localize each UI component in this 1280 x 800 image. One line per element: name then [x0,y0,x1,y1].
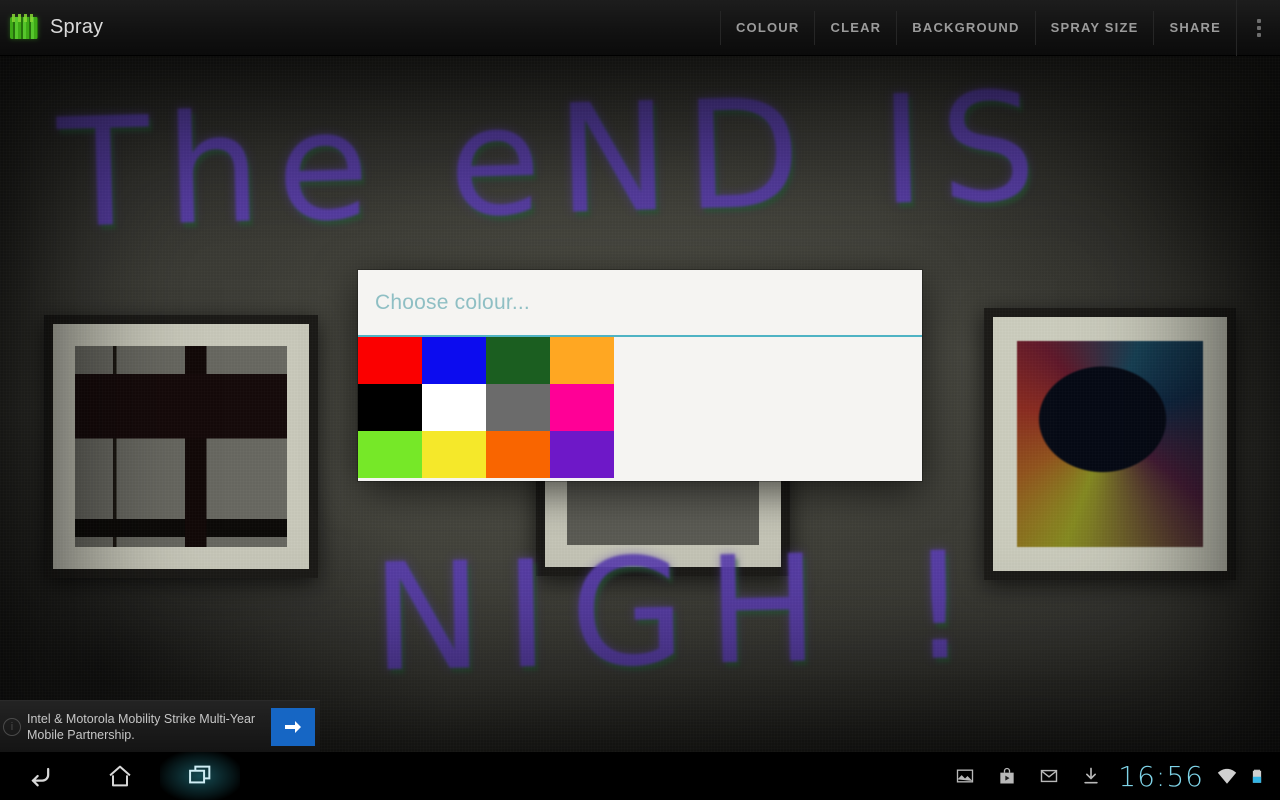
recents-icon[interactable] [160,752,240,800]
action-background[interactable]: BACKGROUND [896,10,1034,45]
arrow-right-icon[interactable] [271,707,315,746]
action-share[interactable]: SHARE [1153,10,1236,45]
dialog-header: Choose colour... [358,270,922,337]
colour-swatch-red[interactable] [358,337,422,384]
dialog-title: Choose colour... [375,290,530,314]
colour-swatch-blue[interactable] [422,337,486,384]
action-bar: Spray COLOUR CLEAR BACKGROUND SPRAY SIZE… [0,0,1280,56]
tablet-screen: The eND IS NIGH ! Spray COLOUR CLEAR BAC… [0,0,1280,800]
colour-swatch-magenta[interactable] [550,384,614,431]
colour-swatch-grid [358,337,614,478]
gallery-icon[interactable] [944,752,986,800]
status-clock[interactable]: 16:56 [1112,760,1212,793]
ad-text: Intel & Motorola Mobility Strike Multi-Y… [27,711,256,742]
dot [1256,25,1261,30]
colour-swatch-dark-green[interactable] [486,337,550,384]
frame-mat [993,317,1227,571]
play-store-icon[interactable] [986,752,1028,800]
overflow-menu-icon[interactable] [1236,0,1280,56]
ad-info-icon[interactable]: i [3,717,21,736]
download-icon[interactable] [1070,752,1112,800]
gmail-icon[interactable] [1028,752,1070,800]
picture-frame-left [44,315,318,578]
dot [1256,32,1261,37]
colour-swatch-grey[interactable] [486,384,550,431]
wifi-icon[interactable] [1212,752,1242,800]
battery-icon[interactable] [1242,752,1272,800]
ad-banner[interactable]: i Intel & Motorola Mobility Strike Multi… [0,700,320,752]
dot [1256,18,1261,23]
action-spray-size[interactable]: SPRAY SIZE [1034,10,1154,45]
colour-swatch-lime[interactable] [358,431,422,478]
picture-frame-right [984,308,1236,580]
frame-mat [53,324,309,569]
colour-swatch-yellow[interactable] [422,431,486,478]
colour-swatch-orange-red[interactable] [486,431,550,478]
colour-swatch-orange[interactable] [550,337,614,384]
home-icon[interactable] [80,752,160,800]
colour-swatch-purple[interactable] [550,431,614,478]
artwork-poster [1017,341,1203,547]
colour-swatch-black[interactable] [358,384,422,431]
system-nav-bar: 16:56 [0,752,1280,800]
status-tray[interactable]: 16:56 [944,752,1280,800]
graffiti-text-top: The eND IS [55,60,1055,262]
graffiti-text-bottom: NIGH ! [370,519,993,705]
spray-can-icon [10,13,38,39]
colour-swatch-white[interactable] [422,384,486,431]
action-colour[interactable]: COLOUR [719,10,815,45]
artwork-abstract [75,346,287,547]
back-icon[interactable] [0,752,80,800]
app-title: Spray [50,16,104,38]
choose-colour-dialog: Choose colour... [358,270,922,481]
action-clear[interactable]: CLEAR [814,10,896,45]
